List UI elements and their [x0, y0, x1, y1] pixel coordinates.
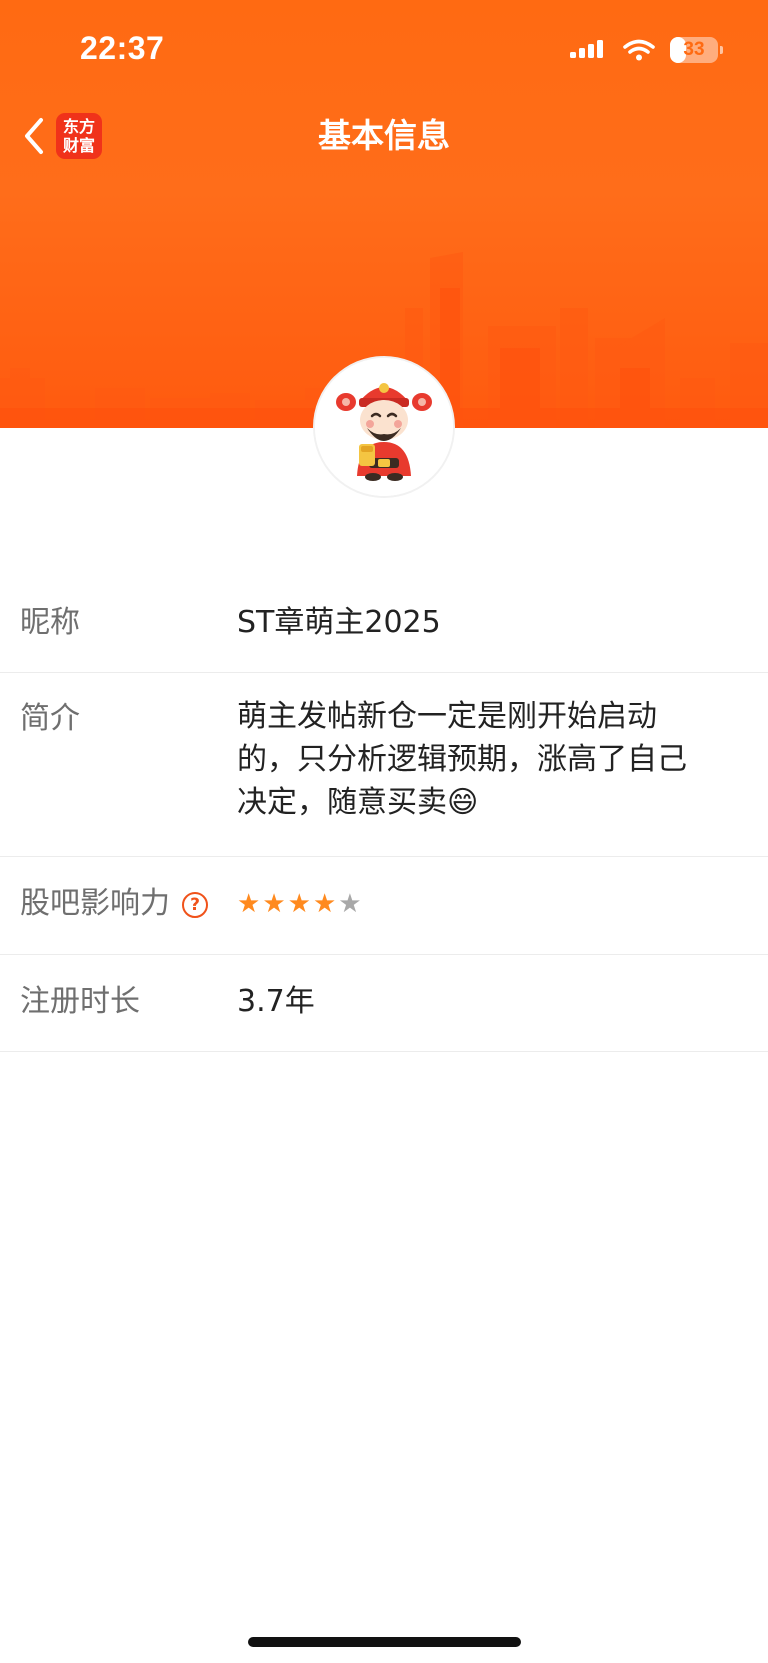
avatar-cartoon-mascot-image [315, 358, 453, 496]
influence-label: 股吧影响力 [20, 886, 170, 921]
profile-info-list: 昵称 ST章萌主2025 简介 萌主发帖新仓一定是刚开始启动的，只分析逻辑预期，… [0, 576, 768, 1052]
cellular-signal-icon [570, 40, 603, 58]
battery-level: 33 [683, 39, 705, 60]
battery-nub [720, 46, 723, 54]
wifi-icon [623, 39, 655, 61]
avatar[interactable] [315, 358, 453, 496]
battery-icon: 33 [670, 37, 723, 63]
influence-star-rating: ★ ★ ★ ★ ★ [237, 884, 708, 924]
star-filled-icon: ★ [237, 889, 261, 919]
nickname-row: 昵称 ST章萌主2025 [0, 576, 768, 673]
star-filled-icon: ★ [287, 889, 311, 919]
star-filled-icon: ★ [262, 889, 286, 919]
bio-value: 萌主发帖新仓一定是刚开始启动的，只分析逻辑预期，涨高了自己决定，随意买卖😄 [237, 699, 687, 820]
bio-row: 简介 萌主发帖新仓一定是刚开始启动的，只分析逻辑预期，涨高了自己决定，随意买卖😄 [0, 673, 768, 857]
influence-value: ★ ★ ★ ★ ★ [237, 857, 768, 954]
status-bar-icons: 33 [570, 36, 723, 64]
status-bar-time: 22:37 [80, 30, 165, 66]
influence-label-group: 股吧影响力 ? [0, 857, 237, 954]
home-indicator [248, 1637, 521, 1647]
influence-row: 股吧影响力 ? ★ ★ ★ ★ ★ [0, 857, 768, 955]
star-empty-icon: ★ [338, 889, 362, 919]
registration-label: 注册时长 [20, 984, 140, 1019]
profile-basic-info-screen: 22:37 33 东方 财富 基本信息 昵称 ST章萌主2025 简介 萌主发帖… [0, 0, 768, 1663]
bio-label: 简介 [20, 701, 80, 736]
registration-value: 3.7年 [237, 984, 315, 1019]
star-filled-icon: ★ [312, 889, 337, 919]
nickname-label: 昵称 [20, 605, 80, 640]
question-circle-icon[interactable]: ? [182, 892, 208, 918]
page-title: 基本信息 [318, 116, 450, 155]
nickname-value: ST章萌主2025 [237, 605, 441, 640]
registration-row: 注册时长 3.7年 [0, 955, 768, 1052]
